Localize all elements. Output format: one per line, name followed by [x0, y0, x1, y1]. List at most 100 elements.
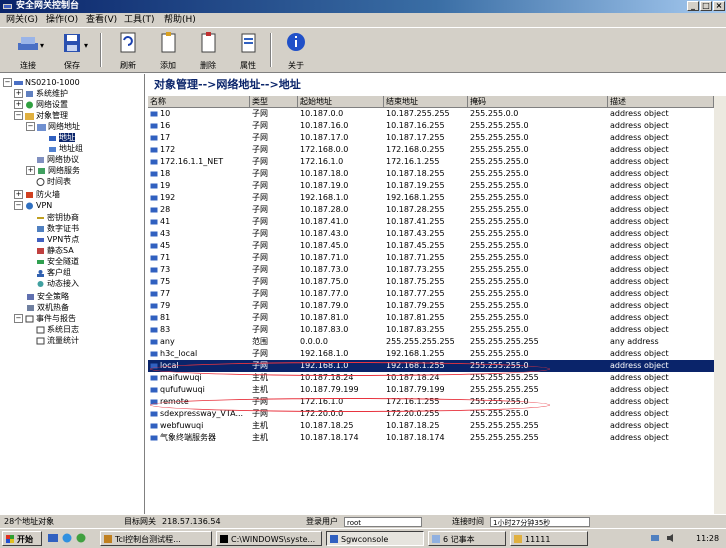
tree-item-security-policy[interactable]: 安全策略 [26, 292, 69, 302]
tree-item-client-group[interactable]: 客户组 [36, 268, 71, 278]
collapse-icon[interactable]: − [14, 314, 23, 323]
delete-button[interactable]: 删除 [188, 31, 228, 71]
start-button[interactable]: 开始 [2, 531, 42, 546]
tree-item-static-sa[interactable]: 静态SA [36, 246, 74, 256]
cell-start: 10.187.0.0 [300, 109, 344, 118]
column-description[interactable]: 描述 [608, 96, 714, 108]
tree-item-network-protocol[interactable]: 网络协议 [36, 155, 79, 165]
tree-item-network-address[interactable]: − 网络地址 [26, 122, 80, 132]
tree-item-secure-tunnel[interactable]: 安全隧道 [36, 257, 79, 267]
add-button[interactable]: 添加 [148, 31, 188, 71]
quicklaunch-desktop-icon[interactable] [48, 533, 58, 543]
table-row[interactable]: 气象终端服务器 主机 10.187.18.174 10.187.18.174 255.2… [148, 432, 726, 444]
tree-item-address[interactable]: 地址 [48, 133, 75, 143]
table-row[interactable]: webfuwuqi 主机 10.187.18.25 10.187.18.25 255.2… [148, 420, 726, 432]
minimize-button[interactable]: _ [687, 1, 699, 11]
tree-root[interactable]: − NS0210-1000 [3, 78, 80, 88]
connect-dropdown-icon[interactable]: ▾ [40, 41, 44, 50]
table-row[interactable]: 83 子网 10.187.83.0 10.187.83.255 255.255.255.… [148, 324, 726, 336]
expand-icon[interactable]: + [14, 100, 23, 109]
tree-item-network-service[interactable]: + 网络服务 [26, 166, 80, 176]
task-tcl-console[interactable]: Tcl控制台测试程... [100, 531, 212, 546]
task-cmd-window[interactable]: C:\WINDOWS\syste... [216, 531, 322, 546]
table-row[interactable]: 172 子网 172.168.0.0 172.168.0.255 255.255.255… [148, 144, 726, 156]
task-folder[interactable]: 11111 [510, 531, 588, 546]
table-row[interactable]: 75 子网 10.187.75.0 10.187.75.255 255.255.255.… [148, 276, 726, 288]
table-row[interactable]: 192 子网 192.168.1.0 192.168.1.255 255.255.255… [148, 192, 726, 204]
menu-tools[interactable]: 工具(T) [124, 13, 155, 27]
expand-icon[interactable]: + [14, 89, 23, 98]
maximize-button[interactable]: □ [700, 1, 712, 11]
column-name[interactable]: 名称 [148, 96, 250, 108]
table-row[interactable]: qufufuwuqi 主机 10.187.79.199 10.187.79.199 25… [148, 384, 726, 396]
table-row[interactable]: h3c_local 子网 192.168.1.0 192.168.1.255 255.2… [148, 348, 726, 360]
service-icon [38, 167, 45, 174]
menu-gateway[interactable]: 网关(G) [6, 13, 38, 27]
tree-item-address-group[interactable]: 地址组 [48, 144, 83, 154]
column-type[interactable]: 类型 [250, 96, 298, 108]
table-row[interactable]: 79 子网 10.187.79.0 10.187.79.255 255.255.255.… [148, 300, 726, 312]
table-row[interactable]: any 范围 0.0.0.0 255.255.255.255 255.255.255.2… [148, 336, 726, 348]
table-row[interactable]: 81 子网 10.187.81.0 10.187.81.255 255.255.255.… [148, 312, 726, 324]
table-row[interactable]: 77 子网 10.187.77.0 10.187.77.255 255.255.255.… [148, 288, 726, 300]
save-dropdown-icon[interactable]: ▾ [84, 41, 88, 50]
table-row[interactable]: 18 子网 10.187.18.0 10.187.18.255 255.255.255.… [148, 168, 726, 180]
collapse-icon[interactable]: − [14, 201, 23, 210]
table-row[interactable]: 73 子网 10.187.73.0 10.187.73.255 255.255.255.… [148, 264, 726, 276]
column-mask[interactable]: 掩码 [468, 96, 608, 108]
cell-start: 10.187.83.0 [300, 325, 349, 334]
target-gateway-value: 218.57.136.54 [162, 517, 221, 526]
tree-item-key-negotiation[interactable]: 密钥协商 [36, 213, 79, 223]
expand-icon[interactable]: + [14, 190, 23, 199]
properties-button[interactable]: 属性 [228, 31, 268, 71]
close-button[interactable]: × [713, 1, 725, 11]
table-row[interactable]: 45 子网 10.187.45.0 10.187.45.255 255.255.255.… [148, 240, 726, 252]
table-row[interactable]: 41 子网 10.187.41.0 10.187.41.255 255.255.255.… [148, 216, 726, 228]
connect-button[interactable]: ▾ 连接 [8, 31, 48, 71]
refresh-button[interactable]: 刷新 [108, 31, 148, 71]
tree-item-vpn[interactable]: − VPN [14, 201, 52, 211]
tree-item-certificate[interactable]: 数字证书 [36, 224, 79, 234]
tree-item-system-log[interactable]: 系统日志 [36, 325, 79, 335]
about-button[interactable]: 关于 [276, 31, 316, 71]
tree-item-firewall[interactable]: + 防火墙 [14, 190, 60, 200]
cell-start: 10.187.41.0 [300, 217, 349, 226]
cell-desc: address object [610, 145, 669, 154]
tree-item-dynamic-access[interactable]: 动态接入 [36, 279, 79, 289]
table-row[interactable]: 71 子网 10.187.71.0 10.187.71.255 255.255.255.… [148, 252, 726, 264]
collapse-icon[interactable]: − [14, 111, 23, 120]
table-row[interactable]: 17 子网 10.187.17.0 10.187.17.255 255.255.255.… [148, 132, 726, 144]
quicklaunch-media-icon[interactable] [76, 533, 86, 543]
table-row[interactable]: 16 子网 10.187.16.0 10.187.16.255 255.255.255.… [148, 120, 726, 132]
tree-item-traffic-stats[interactable]: 流量统计 [36, 336, 79, 346]
menu-help[interactable]: 帮助(H) [164, 13, 196, 27]
tree-item-vpn-node[interactable]: VPN节点 [36, 235, 79, 245]
table-row[interactable]: 28 子网 10.187.28.0 10.187.28.255 255.255.255.… [148, 204, 726, 216]
tree-item-schedule[interactable]: 时间表 [36, 177, 71, 187]
table-row[interactable]: 19 子网 10.187.19.0 10.187.19.255 255.255.255.… [148, 180, 726, 192]
column-start-address[interactable]: 起始地址 [298, 96, 384, 108]
vertical-scrollbar[interactable] [714, 96, 726, 514]
table-row[interactable]: 172.16.1.1_NET 子网 172.16.1.0 172.16.1.255 25… [148, 156, 726, 168]
table-row[interactable]: 43 子网 10.187.43.0 10.187.43.255 255.255.255.… [148, 228, 726, 240]
menu-view[interactable]: 查看(V) [86, 13, 117, 27]
table-row[interactable]: 10 子网 10.187.0.0 10.187.255.255 255.255.0.0 a… [148, 108, 726, 120]
column-end-address[interactable]: 结束地址 [384, 96, 468, 108]
expand-icon[interactable]: + [26, 166, 35, 175]
tray-network-icon[interactable] [650, 533, 660, 543]
tree-item-network-settings[interactable]: + 网络设置 [14, 100, 68, 110]
tray-volume-icon[interactable] [666, 533, 676, 543]
save-button[interactable]: ▾ 保存 [52, 31, 92, 71]
address-object-icon [150, 159, 158, 164]
collapse-icon[interactable]: − [3, 78, 12, 87]
tree-item-hot-standby[interactable]: 双机热备 [26, 303, 69, 313]
tree-item-system-maintenance[interactable]: + 系统维护 [14, 89, 68, 99]
menu-operate[interactable]: 操作(O) [46, 13, 78, 27]
tree-item-object-management[interactable]: − 对象管理 [14, 111, 68, 121]
task-sgwconsole[interactable]: Sgwconsole [326, 531, 424, 546]
task-notepad[interactable]: 6 记事本 [428, 531, 506, 546]
cell-desc: address object [610, 361, 669, 370]
collapse-icon[interactable]: − [26, 122, 35, 131]
quicklaunch-browser-icon[interactable] [62, 533, 72, 543]
tree-item-events-reports[interactable]: − 事件与报告 [14, 314, 76, 324]
